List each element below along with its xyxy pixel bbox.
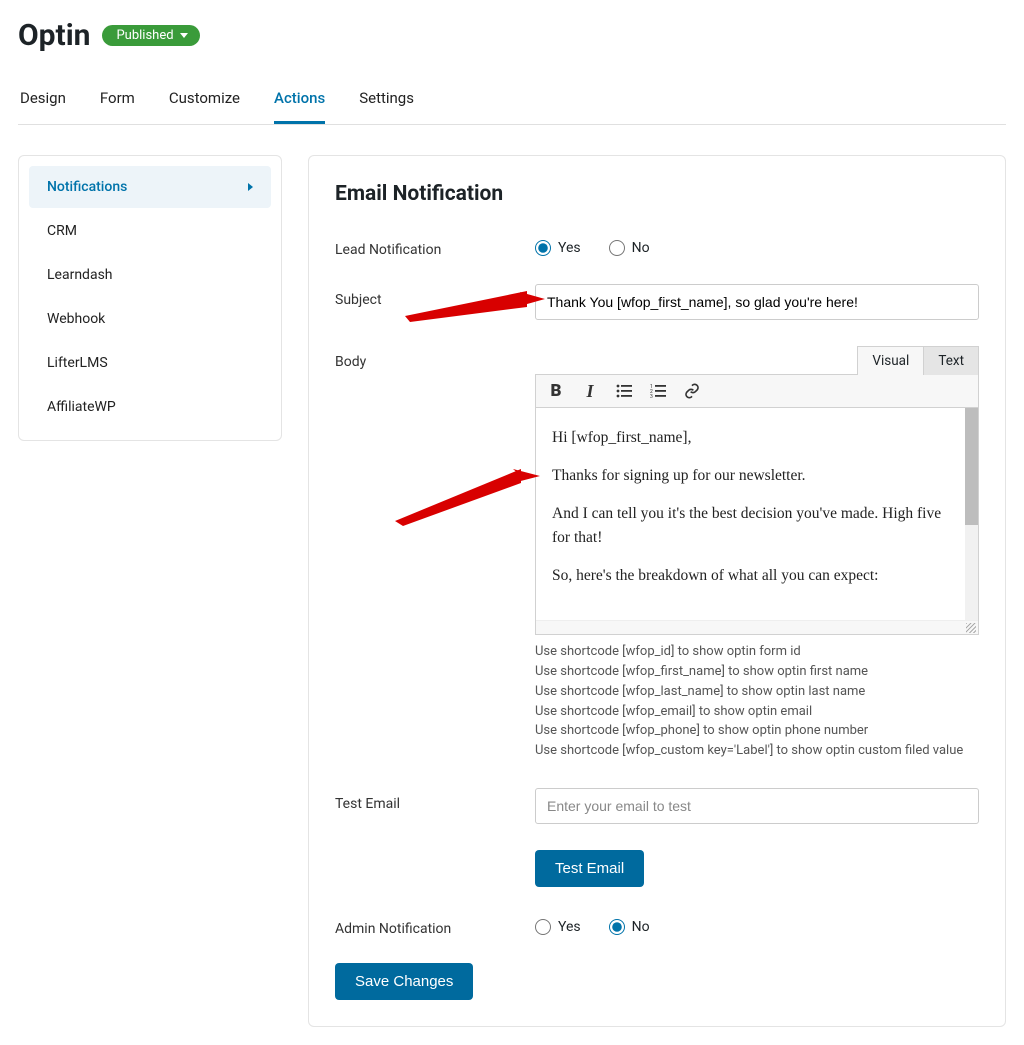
- status-badge[interactable]: Published: [102, 25, 199, 46]
- bold-icon[interactable]: B: [546, 381, 566, 401]
- test-email-button[interactable]: Test Email: [535, 850, 644, 887]
- subject-input[interactable]: [535, 284, 979, 320]
- sidebar-item-lifterlms[interactable]: LifterLMS: [29, 342, 271, 384]
- sidebar-item-label: CRM: [47, 223, 77, 239]
- body-label: Body: [335, 346, 535, 370]
- status-badge-text: Published: [116, 28, 173, 43]
- editor-tab-text[interactable]: Text: [923, 346, 979, 375]
- admin-yes-radio[interactable]: [535, 919, 551, 935]
- lead-no-radio[interactable]: [609, 240, 625, 256]
- sidebar-item-learndash[interactable]: Learndash: [29, 254, 271, 296]
- page-title: Optin: [18, 18, 90, 53]
- sidebar-item-affiliatewp[interactable]: AffiliateWP: [29, 386, 271, 428]
- tab-actions[interactable]: Actions: [274, 79, 325, 124]
- sidebar-item-label: Webhook: [47, 311, 105, 327]
- lead-notification-no[interactable]: No: [609, 240, 650, 256]
- numbered-list-icon[interactable]: 123: [648, 381, 668, 401]
- link-icon[interactable]: [682, 381, 702, 401]
- tab-customize[interactable]: Customize: [169, 79, 240, 124]
- sidebar-item-label: Learndash: [47, 267, 113, 283]
- chevron-down-icon: [180, 33, 188, 38]
- test-email-input[interactable]: [535, 788, 979, 824]
- test-email-label: Test Email: [335, 788, 535, 812]
- admin-notification-no[interactable]: No: [609, 919, 650, 935]
- email-notification-panel: Email Notification Lead Notification Yes…: [308, 155, 1006, 1027]
- sidebar-item-notifications[interactable]: Notifications: [29, 166, 271, 208]
- actions-sidebar: Notifications CRM Learndash Webhook Lift…: [18, 155, 282, 441]
- scrollbar-thumb[interactable]: [965, 408, 978, 525]
- italic-icon[interactable]: I: [580, 381, 600, 401]
- sidebar-item-label: AffiliateWP: [47, 399, 116, 415]
- body-editor: B I 123 Hi [wfop_first_name],: [535, 374, 979, 635]
- shortcode-hints: Use shortcode [wfop_id] to show optin fo…: [535, 643, 979, 761]
- svg-text:3: 3: [650, 394, 653, 398]
- sidebar-item-webhook[interactable]: Webhook: [29, 298, 271, 340]
- bullet-list-icon[interactable]: [614, 381, 634, 401]
- editor-toolbar: B I 123: [536, 375, 978, 408]
- admin-no-radio[interactable]: [609, 919, 625, 935]
- tab-settings[interactable]: Settings: [359, 79, 414, 124]
- save-changes-button[interactable]: Save Changes: [335, 963, 473, 1000]
- editor-tab-visual[interactable]: Visual: [857, 346, 924, 375]
- lead-notification-yes[interactable]: Yes: [535, 240, 581, 256]
- subject-label: Subject: [335, 284, 535, 308]
- admin-notification-label: Admin Notification: [335, 913, 535, 937]
- annotation-arrow-icon: [395, 466, 540, 526]
- chevron-right-icon: [248, 183, 253, 191]
- tab-form[interactable]: Form: [100, 79, 135, 124]
- sidebar-item-label: LifterLMS: [47, 355, 108, 371]
- resize-handle-icon[interactable]: [966, 623, 976, 633]
- tab-design[interactable]: Design: [20, 79, 66, 124]
- lead-notification-label: Lead Notification: [335, 234, 535, 258]
- main-tabs: Design Form Customize Actions Settings: [18, 79, 1006, 125]
- sidebar-item-crm[interactable]: CRM: [29, 210, 271, 252]
- admin-notification-yes[interactable]: Yes: [535, 919, 581, 935]
- sidebar-item-label: Notifications: [47, 179, 127, 195]
- editor-content[interactable]: Hi [wfop_first_name], Thanks for signing…: [536, 408, 978, 620]
- section-title: Email Notification: [335, 182, 979, 206]
- lead-yes-radio[interactable]: [535, 240, 551, 256]
